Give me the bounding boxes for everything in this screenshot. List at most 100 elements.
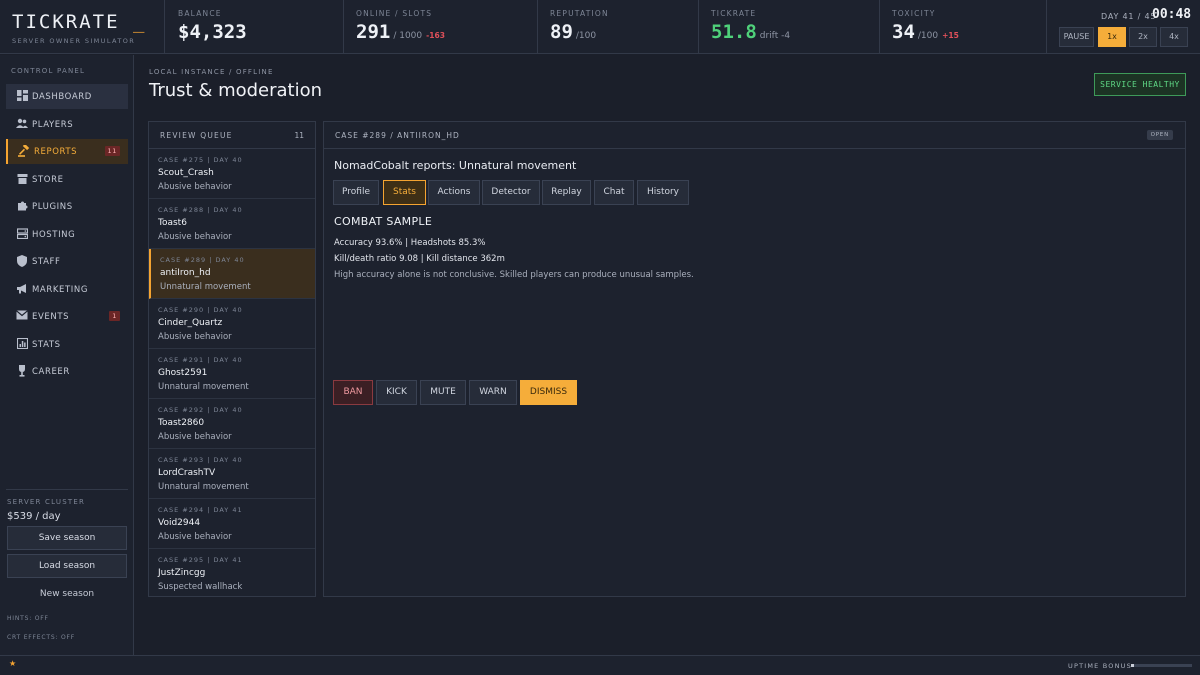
tickrate-stat: TICKRATE 51.8 drift -4 bbox=[699, 0, 880, 54]
player-name: Toast2860 bbox=[158, 418, 205, 428]
queue-item[interactable]: CASE #293 | DAY 40 LordCrashTV Unnatural… bbox=[149, 449, 315, 499]
toxicity-max: /100 bbox=[917, 31, 939, 41]
queue-item[interactable]: CASE #294 | DAY 41 Void2944 Abusive beha… bbox=[149, 499, 315, 549]
sidebar-item-store[interactable]: STORE bbox=[6, 167, 128, 192]
breadcrumb: LOCAL INSTANCE / OFFLINE bbox=[149, 68, 274, 76]
tab-actions[interactable]: Actions bbox=[428, 180, 480, 205]
sidebar-item-events[interactable]: EVENTS 1 bbox=[6, 304, 128, 329]
reputation-value-group: 89/100 bbox=[550, 21, 596, 43]
case-meta: CASE #288 | DAY 40 bbox=[158, 206, 243, 214]
tab-profile[interactable]: Profile bbox=[333, 180, 379, 205]
reputation-label: REPUTATION bbox=[550, 9, 609, 18]
queue-item[interactable]: CASE #288 | DAY 40 Toast6 Abusive behavi… bbox=[149, 199, 315, 249]
sidebar-item-career[interactable]: CAREER bbox=[6, 359, 128, 384]
crt-effects-toggle[interactable]: CRT EFFECTS: OFF bbox=[7, 634, 75, 641]
control-panel-label: CONTROL PANEL bbox=[11, 67, 86, 75]
tickrate-drift: drift -4 bbox=[759, 31, 791, 41]
report-reason: Unnatural movement bbox=[158, 482, 249, 492]
sidebar-item-label: STATS bbox=[32, 340, 61, 350]
tab-history[interactable]: History bbox=[637, 180, 689, 205]
page-title: Trust & moderation bbox=[149, 80, 323, 101]
toxicity-label: TOXICITY bbox=[892, 9, 936, 18]
uptime-bonus-label: UPTIME BONUS bbox=[1068, 662, 1132, 670]
warn-button[interactable]: WARN bbox=[469, 380, 517, 405]
sidebar-item-label: STORE bbox=[32, 175, 64, 185]
review-queue-title: REVIEW QUEUE bbox=[160, 131, 233, 140]
toxicity-delta: +15 bbox=[942, 31, 959, 40]
case-header: CASE #289 / ANTIIRON_HD OPEN bbox=[324, 122, 1185, 149]
queue-item-selected[interactable]: CASE #289 | DAY 40 antiIron_hd Unnatural… bbox=[149, 249, 315, 299]
balance-value: $4,323 bbox=[178, 21, 247, 43]
analysis-note: High accuracy alone is not conclusive. S… bbox=[334, 270, 694, 280]
report-reason: Unnatural movement bbox=[160, 282, 251, 292]
tickrate-value: 51.8 bbox=[711, 21, 757, 43]
gavel-icon bbox=[18, 143, 30, 157]
dismiss-button[interactable]: DISMISS bbox=[520, 380, 577, 405]
status-bar: ★ UPTIME BONUS bbox=[0, 655, 1200, 675]
sidebar-item-dashboard[interactable]: DASHBOARD bbox=[6, 84, 128, 109]
online-value: 291 bbox=[356, 21, 391, 43]
uptime-bonus-fill bbox=[1131, 664, 1135, 667]
sidebar-item-players[interactable]: PLAYERS bbox=[6, 112, 128, 137]
pause-button[interactable]: PAUSE bbox=[1059, 27, 1094, 47]
speed-1x-button[interactable]: 1x bbox=[1098, 27, 1126, 47]
player-name: Scout_Crash bbox=[158, 168, 214, 178]
sidebar-item-staff[interactable]: STAFF bbox=[6, 249, 128, 274]
ban-button[interactable]: BAN bbox=[333, 380, 373, 405]
sidebar-divider bbox=[6, 489, 128, 490]
tab-chat[interactable]: Chat bbox=[594, 180, 634, 205]
reputation-value: 89 bbox=[550, 21, 573, 43]
tab-detector[interactable]: Detector bbox=[482, 180, 540, 205]
queue-item[interactable]: CASE #295 | DAY 41 JustZincgg Suspected … bbox=[149, 549, 315, 599]
sidebar-item-reports[interactable]: REPORTS 11 bbox=[6, 139, 128, 164]
reputation-stat: REPUTATION 89/100 bbox=[538, 0, 699, 54]
dashboard-icon bbox=[16, 90, 28, 102]
queue-item[interactable]: CASE #292 | DAY 40 Toast2860 Abusive beh… bbox=[149, 399, 315, 449]
hints-toggle[interactable]: HINTS: OFF bbox=[7, 615, 49, 622]
player-name: Ghost2591 bbox=[158, 368, 208, 378]
sidebar-item-label: DASHBOARD bbox=[32, 92, 92, 102]
kick-button[interactable]: KICK bbox=[376, 380, 417, 405]
sidebar-item-hosting[interactable]: HOSTING bbox=[6, 222, 128, 247]
save-season-button[interactable]: Save season bbox=[7, 526, 127, 550]
events-count-badge: 1 bbox=[109, 311, 120, 321]
tickrate-label: TICKRATE bbox=[711, 9, 757, 18]
online-stat: ONLINE / SLOTS 291/ 1000 -163 bbox=[344, 0, 538, 54]
report-reason: Suspected wallhack bbox=[158, 582, 243, 592]
service-health-badge: SERVICE HEALTHY bbox=[1094, 73, 1186, 96]
trophy-icon bbox=[16, 365, 28, 377]
mute-button[interactable]: MUTE bbox=[420, 380, 466, 405]
player-name: antiIron_hd bbox=[160, 268, 211, 278]
case-meta: CASE #289 | DAY 40 bbox=[160, 256, 245, 264]
reputation-max: /100 bbox=[575, 31, 597, 41]
queue-item[interactable]: CASE #275 | DAY 40 Scout_Crash Abusive b… bbox=[149, 149, 315, 199]
sidebar-item-stats[interactable]: STATS bbox=[6, 332, 128, 357]
sidebar-item-label: EVENTS bbox=[32, 312, 70, 322]
slots-value: / 1000 bbox=[393, 31, 423, 41]
player-name: JustZincgg bbox=[158, 568, 206, 578]
sidebar-item-label: CAREER bbox=[32, 367, 70, 377]
load-season-button[interactable]: Load season bbox=[7, 554, 127, 578]
sidebar-item-plugins[interactable]: PLUGINS bbox=[6, 194, 128, 219]
tickrate-value-group: 51.8 drift -4 bbox=[711, 21, 790, 43]
players-icon bbox=[16, 118, 28, 130]
speed-4x-button[interactable]: 4x bbox=[1160, 27, 1188, 47]
new-season-button[interactable]: New season bbox=[7, 589, 127, 599]
tab-stats[interactable]: Stats bbox=[383, 180, 426, 205]
online-label: ONLINE / SLOTS bbox=[356, 9, 433, 18]
tab-replay[interactable]: Replay bbox=[542, 180, 591, 205]
app-title: TICKRATE _ bbox=[12, 11, 147, 33]
server-cluster-label: SERVER CLUSTER bbox=[7, 498, 86, 506]
shield-icon bbox=[16, 255, 28, 267]
speed-2x-button[interactable]: 2x bbox=[1129, 27, 1157, 47]
report-reason: Abusive behavior bbox=[158, 332, 232, 342]
sidebar-item-marketing[interactable]: MARKETING bbox=[6, 277, 128, 302]
queue-item[interactable]: CASE #291 | DAY 40 Ghost2591 Unnatural m… bbox=[149, 349, 315, 399]
player-name: LordCrashTV bbox=[158, 468, 216, 478]
case-meta: CASE #292 | DAY 40 bbox=[158, 406, 243, 414]
toxicity-value-group: 34/100 +15 bbox=[892, 21, 959, 43]
sidebar-item-label: PLAYERS bbox=[32, 120, 74, 130]
report-reason: Unnatural movement bbox=[158, 382, 249, 392]
case-meta: CASE #291 | DAY 40 bbox=[158, 356, 243, 364]
queue-item[interactable]: CASE #290 | DAY 40 Cinder_Quartz Abusive… bbox=[149, 299, 315, 349]
